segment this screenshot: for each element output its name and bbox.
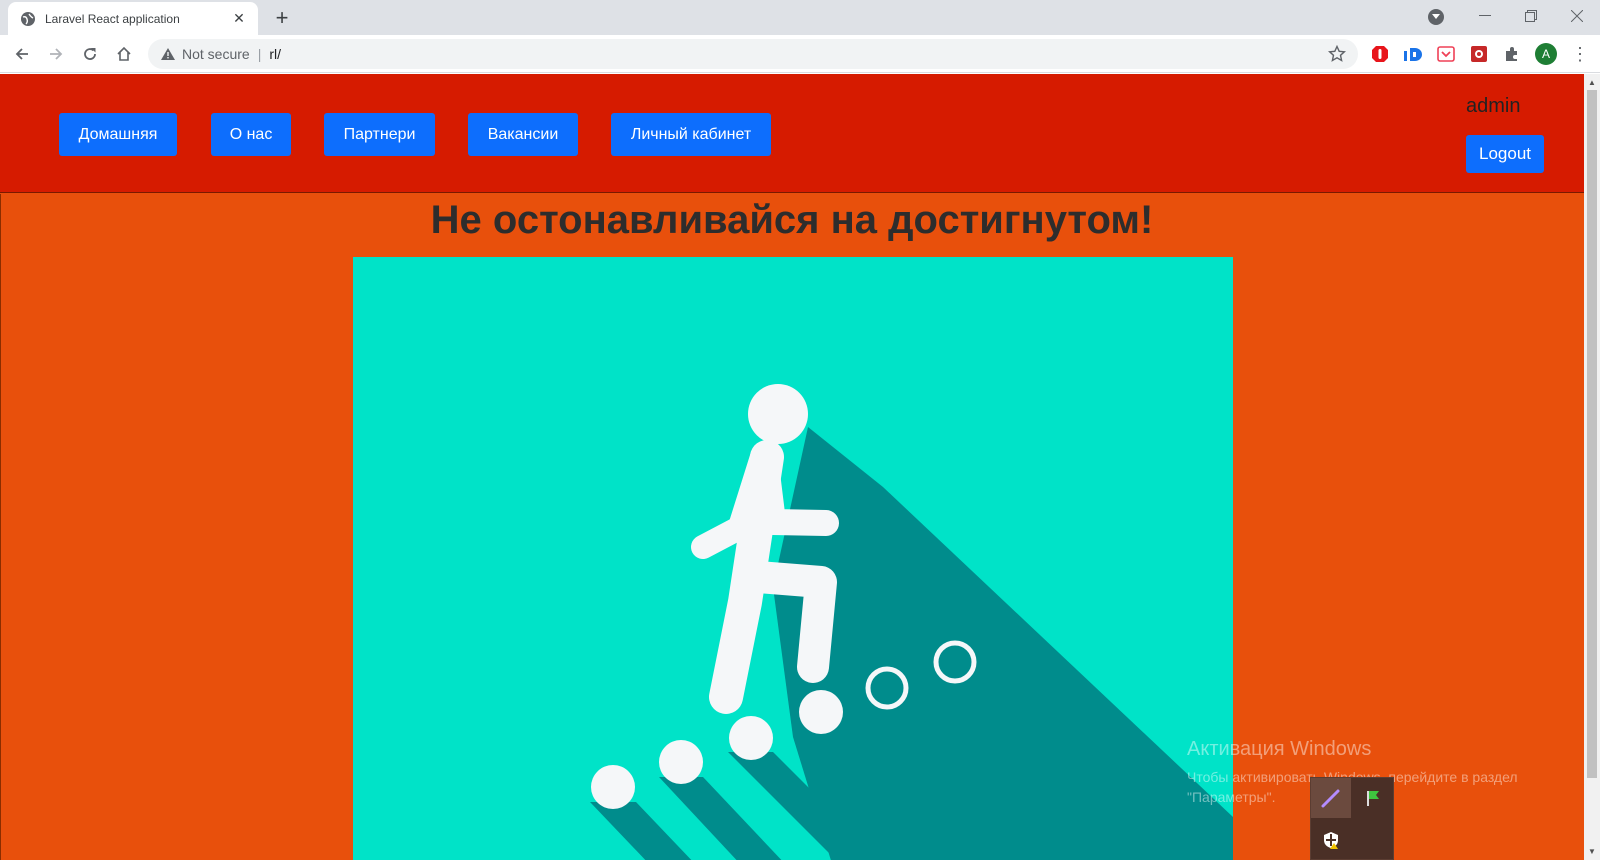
pen-icon[interactable] (1311, 778, 1351, 818)
walking-person-illustration (353, 257, 1233, 860)
site-header: Домашняя О нас Партнери Вакансии Личный … (0, 74, 1584, 193)
scroll-up-icon[interactable]: ▲ (1584, 75, 1600, 89)
page-viewport: Домашняя О нас Партнери Вакансии Личный … (0, 74, 1584, 860)
puzzle-icon[interactable] (1502, 44, 1522, 64)
page-scrollbar[interactable]: ▲ ▼ (1584, 74, 1600, 860)
nav-partners-button[interactable]: Партнери (324, 113, 435, 156)
nav-vacancies-button[interactable]: Вакансии (468, 113, 578, 156)
pocket-extension-icon[interactable] (1436, 44, 1456, 64)
browser-tabstrip: Laravel React application ✕ + (0, 0, 1600, 35)
browser-toolbar: Not secure | rl/ A ⋮ (0, 35, 1600, 73)
nav-about-button[interactable]: О нас (211, 113, 291, 156)
tab-title: Laravel React application (45, 11, 180, 26)
page-headline: Не остонавливайся на достигнутом! (430, 198, 1154, 242)
new-tab-icon[interactable]: + (270, 6, 294, 30)
nav-home-button[interactable]: Домашняя (59, 113, 177, 156)
tab-search-icon[interactable] (1428, 9, 1444, 25)
url-separator: | (257, 46, 262, 62)
logout-button[interactable]: Logout (1466, 135, 1544, 173)
not-secure-label[interactable]: Not secure (182, 46, 250, 62)
security-shield-icon[interactable] (1311, 820, 1351, 860)
restore-icon[interactable] (1508, 0, 1554, 32)
reload-icon[interactable] (78, 42, 102, 66)
scrollbar-thumb[interactable] (1587, 90, 1597, 778)
arrow-left-icon[interactable] (10, 42, 34, 66)
close-tab-icon[interactable]: ✕ (230, 10, 248, 28)
page-border (0, 194, 1, 860)
adblock-extension-icon[interactable] (1370, 44, 1390, 64)
flag-icon[interactable] (1353, 778, 1393, 818)
nav-account-button[interactable]: Личный кабинет (611, 113, 771, 156)
hero-illustration (353, 257, 1233, 860)
home-icon[interactable] (112, 42, 136, 66)
system-tray-popup (1310, 777, 1394, 860)
scroll-down-icon[interactable]: ▼ (1584, 844, 1600, 858)
minimize-icon[interactable] (1462, 0, 1508, 32)
username-label: admin (1466, 95, 1521, 117)
kebab-icon[interactable]: ⋮ (1570, 43, 1590, 65)
star-icon[interactable] (1328, 45, 1346, 63)
profile-avatar[interactable]: A (1535, 43, 1557, 65)
camera-extension-icon[interactable] (1469, 44, 1489, 64)
activation-title: Активация Windows (1187, 738, 1372, 760)
globe-icon (21, 11, 35, 26)
id-extension-icon[interactable] (1403, 44, 1423, 64)
address-bar[interactable]: Not secure | rl/ (148, 39, 1358, 69)
close-window-icon[interactable] (1554, 0, 1600, 32)
warning-icon (161, 48, 175, 60)
url-text[interactable]: rl/ (269, 46, 281, 62)
arrow-right-icon[interactable] (44, 42, 68, 66)
browser-tab[interactable]: Laravel React application ✕ (8, 2, 258, 35)
